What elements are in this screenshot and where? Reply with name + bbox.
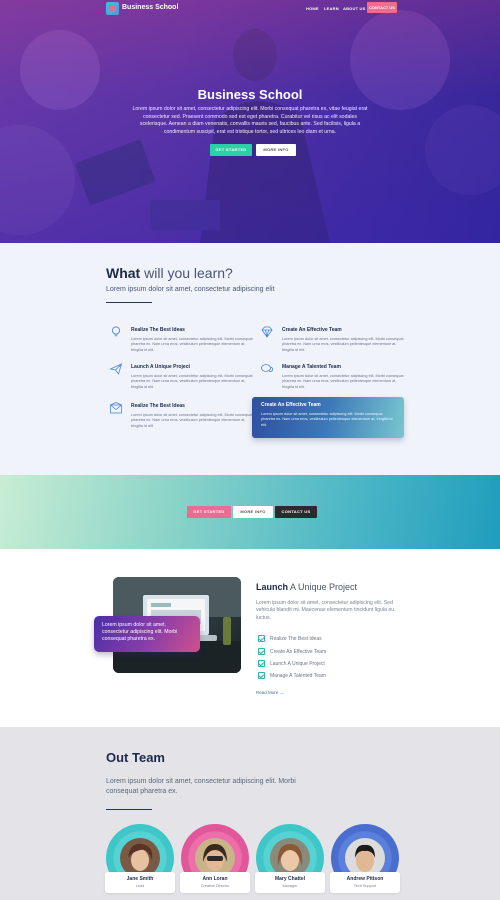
learn-heading: What will you learn? (106, 265, 233, 281)
feature-title: Create An Effective Team (261, 402, 321, 408)
divider (106, 809, 152, 810)
feature-title: Realize The Best Ideas (131, 327, 185, 333)
member-card: Mary Chattel Manager (255, 872, 325, 893)
feature-desc: Lorem ipsum dolor sit amet, consectetur … (131, 413, 253, 428)
member-name: Andrew Pittson (346, 876, 384, 882)
divider (106, 302, 152, 303)
feature-item: Realize The Best Ideas Lorem ipsum dolor… (111, 325, 255, 353)
member-role: Creative Director (200, 884, 230, 888)
brand-name[interactable]: Business School (122, 4, 178, 11)
project-section: Lorem ipsum dolor sit amet, consectetur … (0, 549, 500, 727)
feature-title: Launch A Unique Project (131, 364, 191, 370)
hero-text: Lorem ipsum dolor sit amet, consectetur … (132, 106, 368, 135)
more-info-button[interactable]: MORE INFO (256, 144, 296, 156)
cta-band: GET STARTED MORE INFO CONTACT US (0, 475, 500, 549)
project-text: Lorem ipsum dolor sit amet, consectetur … (256, 600, 395, 621)
top-nav: Business School HOME LEARN ABOUT US CONT… (0, 0, 500, 16)
lightbulb-icon (111, 326, 121, 337)
feature-item: Manage A Talented Team Lorem ipsum dolor… (261, 362, 406, 390)
paper-plane-icon (109, 363, 123, 375)
learn-section: What will you learn? Lorem ipsum dolor s… (0, 243, 500, 475)
member-role: Manager (282, 884, 298, 888)
member-card: Jane Smith Lead (105, 872, 175, 893)
nav-link-learn[interactable]: LEARN (324, 6, 339, 11)
diamond-icon (261, 326, 273, 338)
feature-desc: Lorem ipsum dolor sit amet, consectetur … (261, 412, 393, 427)
chat-bubbles-icon (261, 364, 273, 373)
cta-more-info-button[interactable]: MORE INFO (233, 506, 273, 518)
feature-desc: Lorem ipsum dolor sit amet, consectetur … (131, 337, 253, 352)
member-role: Tech Support (353, 884, 377, 888)
nav-link-home[interactable]: HOME (306, 6, 319, 11)
member-card: Ann Loran Creative Director (180, 872, 250, 893)
nav-link-about[interactable]: ABOUT US (343, 6, 366, 11)
member-name: Ann Loran (202, 876, 228, 882)
checkbox-icon (258, 660, 265, 667)
project-title-bold: Launch (256, 582, 289, 592)
feature-desc: Lorem ipsum dolor sit amet, consectetur … (282, 374, 404, 389)
read-more-link[interactable]: Read More → (256, 690, 284, 695)
hero-section: Business School HOME LEARN ABOUT US CONT… (0, 0, 500, 243)
member-name: Jane Smith (126, 876, 154, 882)
member-role: Lead (135, 884, 145, 888)
member-card: Andrew Pittson Tech Support (330, 872, 400, 893)
cta-get-started-button[interactable]: GET STARTED (187, 506, 231, 518)
checklist-label: Launch A Unique Project (270, 661, 325, 667)
hero-title: Business School (197, 87, 303, 102)
envelope-icon (110, 402, 122, 414)
team-heading: Out Team (106, 750, 165, 765)
feature-title: Realize The Best Ideas (131, 403, 185, 409)
team-text: Lorem ipsum dolor sit amet, consectetur … (106, 778, 296, 795)
get-started-button[interactable]: GET STARTED (210, 144, 252, 156)
checkbox-icon (258, 672, 265, 679)
member-name: Mary Chattel (274, 876, 305, 882)
feature-card-highlighted[interactable]: Create An Effective Team Lorem ipsum dol… (252, 397, 404, 438)
feature-item: Create An Effective Team Lorem ipsum dol… (261, 325, 406, 353)
feature-item: Realize The Best Ideas Lorem ipsum dolor… (110, 401, 255, 429)
learn-heading-bold: What (106, 265, 141, 281)
cta-contact-button[interactable]: CONTACT US (275, 506, 317, 518)
project-quote-card: Lorem ipsum dolor sit amet, consectetur … (94, 616, 200, 652)
feature-desc: Lorem ipsum dolor sit amet, consectetur … (282, 337, 404, 352)
learn-subtitle: Lorem ipsum dolor sit amet, consectetur … (106, 286, 275, 293)
checkbox-icon (258, 648, 265, 655)
feature-item: Launch A Unique Project Lorem ipsum dolo… (109, 362, 255, 390)
feature-title: Create An Effective Team (282, 327, 342, 333)
logo-icon[interactable] (106, 2, 119, 15)
learn-heading-rest: will you learn? (140, 265, 233, 281)
checklist-label: Realize The Best Ideas (270, 636, 322, 642)
feature-title: Manage A Talented Team (282, 364, 341, 370)
contact-us-button[interactable]: CONTACT US (367, 2, 397, 13)
team-section: Out Team Lorem ipsum dolor sit amet, con… (0, 727, 500, 900)
checkbox-icon (258, 635, 265, 642)
checklist-label: Create An Effective Team (270, 649, 327, 655)
checklist-label: Manage A Talented Team (270, 673, 326, 679)
project-title-rest: A Unique Project (288, 582, 358, 592)
project-title: Launch A Unique Project (256, 582, 357, 592)
feature-desc: Lorem ipsum dolor sit amet, consectetur … (131, 374, 253, 389)
